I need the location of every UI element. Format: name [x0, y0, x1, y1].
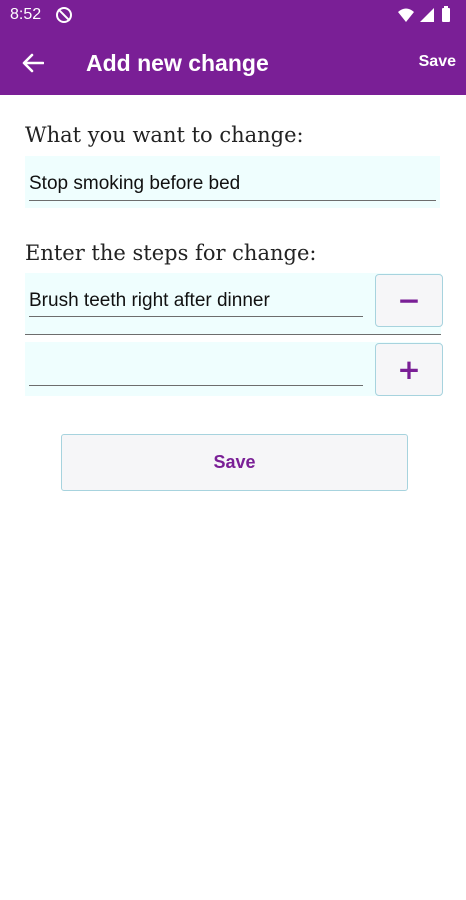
change-field[interactable]: Stop smoking before bed [25, 156, 440, 208]
step-field-underline-2 [29, 385, 363, 386]
status-bar: 8:52 [0, 0, 466, 32]
step-field-2[interactable] [25, 342, 365, 396]
change-input-value: Stop smoking before bed [29, 173, 241, 194]
add-step-button[interactable]: + [375, 343, 443, 396]
status-icons [398, 6, 450, 22]
signal-icon [420, 8, 434, 22]
toolbar-save-button[interactable]: Save [419, 53, 456, 71]
dnd-icon [56, 7, 72, 23]
save-button[interactable]: Save [61, 434, 408, 491]
remove-step-button[interactable]: − [375, 274, 443, 327]
step-input-value-1: Brush teeth right after dinner [29, 290, 270, 311]
app-bar: Add new change Save [0, 32, 466, 95]
change-field-underline [29, 200, 436, 201]
step-field-underline-1 [29, 316, 363, 317]
step-row-divider [25, 334, 441, 335]
page-title: Add new change [86, 50, 269, 76]
steps-label: Enter the steps for change: [25, 241, 317, 265]
wifi-icon [398, 8, 414, 22]
status-time: 8:52 [10, 6, 42, 23]
step-field-1[interactable]: Brush teeth right after dinner [25, 273, 365, 335]
change-label: What you want to change: [25, 123, 304, 147]
battery-icon [442, 6, 450, 22]
back-arrow-icon[interactable] [16, 46, 50, 80]
